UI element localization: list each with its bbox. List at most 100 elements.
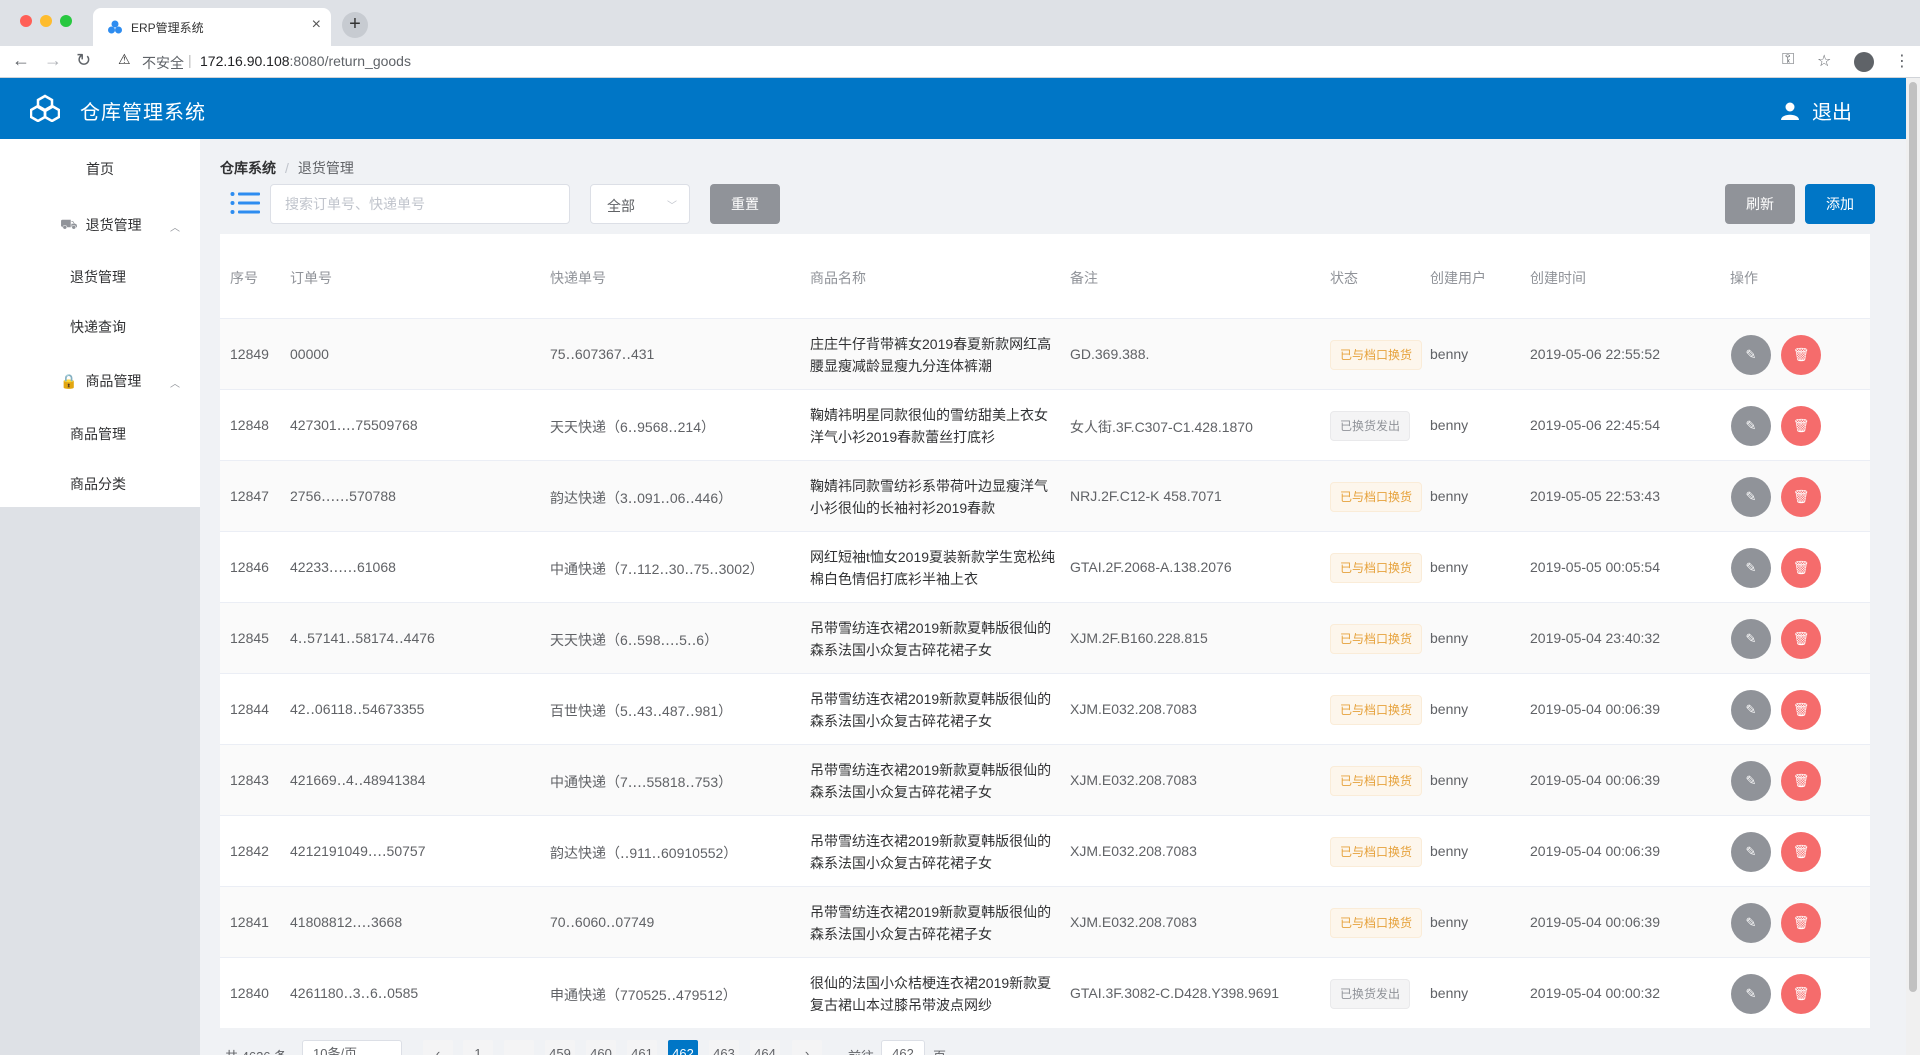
cell-express: 75‥607367‥431 <box>550 346 655 362</box>
warning-icon[interactable]: ⚠ <box>118 51 131 68</box>
cell-time: 2019-05-06 22:45:54 <box>1530 417 1660 433</box>
sidebar-item-returns-mgmt[interactable]: 退货管理 <box>0 267 200 287</box>
cell-name: 吊带雪纺连衣裙2019新款夏韩版很仙的森系法国小众复古碎花裙子女 <box>810 691 1052 729</box>
maximize-window-button[interactable] <box>60 15 72 27</box>
forward-icon[interactable]: → <box>44 50 62 71</box>
col-id: 序号 <box>230 270 258 286</box>
url-field[interactable]: 172.16.90.108:8080/return_goods <box>200 53 411 69</box>
delete-button[interactable]: 🗑 <box>1781 832 1821 872</box>
profile-icon[interactable] <box>1854 52 1874 72</box>
scrollbar-thumb[interactable] <box>1909 82 1917 992</box>
edit-button[interactable]: ✎ <box>1731 832 1771 872</box>
edit-button[interactable]: ✎ <box>1731 619 1771 659</box>
delete-button[interactable]: 🗑 <box>1781 335 1821 375</box>
sidebar-item-goods-mgmt[interactable]: 商品管理 <box>0 424 200 444</box>
address-bar: ← → ↻ ⚠ 不安全 | 172.16.90.108:8080/return_… <box>0 46 1920 78</box>
insecure-label[interactable]: 不安全 <box>142 53 184 73</box>
delete-button[interactable]: 🗑 <box>1781 690 1821 730</box>
cell-remark: XJM.E032.208.7083 <box>1070 772 1197 788</box>
list-icon[interactable] <box>230 191 260 215</box>
chevron-up-icon[interactable]: ︿ <box>170 375 180 390</box>
cell-express: 天天快递（6‥9568‥214） <box>550 419 715 435</box>
reset-button[interactable]: 重置 <box>710 184 780 224</box>
refresh-button[interactable]: 刷新 <box>1725 184 1795 224</box>
delete-button[interactable]: 🗑 <box>1781 761 1821 801</box>
delete-button[interactable]: 🗑 <box>1781 903 1821 943</box>
delete-button[interactable]: 🗑 <box>1781 974 1821 1014</box>
table-row: 12841 41808812‥‥3668 70‥6060‥07749 XJM.E032… <box>220 887 1870 958</box>
cell-name: 吊带雪纺连衣裙2019新款夏韩版很仙的森系法国小众复古碎花裙子女 <box>810 833 1052 871</box>
delete-button[interactable]: 🗑 <box>1781 477 1821 517</box>
status-filter-select[interactable]: 全部 ﹀ <box>590 184 690 224</box>
edit-button[interactable]: ✎ <box>1731 903 1771 943</box>
goto-page-input[interactable]: 462 <box>881 1040 925 1055</box>
cell-id: 12844 <box>230 701 269 717</box>
cell-user: benny <box>1430 346 1469 362</box>
edit-button[interactable]: ✎ <box>1731 548 1771 588</box>
cell-express: 韵达快递（‥911‥60910552） <box>550 845 738 861</box>
add-button[interactable]: 添加 <box>1805 184 1875 224</box>
delete-button[interactable]: 🗑 <box>1781 548 1821 588</box>
sidebar-item-goods-category[interactable]: 商品分类 <box>0 474 200 494</box>
cell-name: 鞠婧祎明星同款很仙的雪纺甜美上衣女洋气小衫2019春款蕾丝打底衫 <box>810 407 1048 445</box>
sidebar-item-home[interactable]: 首页 <box>0 159 200 179</box>
page-size-select[interactable]: 10条/页 <box>302 1040 402 1055</box>
page-button[interactable]: 463 <box>709 1040 739 1055</box>
search-input[interactable] <box>270 184 570 224</box>
cell-user: benny <box>1430 701 1469 717</box>
back-icon[interactable]: ← <box>12 50 30 71</box>
delete-button[interactable]: 🗑 <box>1781 406 1821 446</box>
cell-time: 2019-05-04 23:40:32 <box>1530 630 1660 646</box>
cell-id: 12843 <box>230 772 269 788</box>
delete-button[interactable]: 🗑 <box>1781 619 1821 659</box>
cell-remark: 女人街.3F.C307-C1.428.1870 <box>1070 419 1253 435</box>
menu-dots-icon[interactable]: ⋮ <box>1894 51 1910 71</box>
key-icon[interactable]: ⚿ <box>1782 51 1794 69</box>
table-row: 12844 42‥06118‥54673355 百世快递（5‥43‥487‥981）… <box>220 674 1870 745</box>
page-button[interactable]: … <box>504 1040 534 1055</box>
sidebar-group-returns-label: 退货管理 <box>85 217 142 233</box>
url-host: 172.16.90.108 <box>200 53 290 69</box>
cell-time: 2019-05-05 22:53:43 <box>1530 488 1660 504</box>
next-page-button[interactable]: › <box>792 1040 822 1055</box>
cell-order: 4212191049‥‥50757 <box>290 843 426 859</box>
sidebar-group-goods[interactable]: 🔒 商品管理 <box>60 371 141 391</box>
table-header: 序号 订单号 快递单号 商品名称 备注 状态 创建用户 创建时间 操作 <box>220 234 1870 319</box>
new-tab-button[interactable]: + <box>342 12 368 38</box>
edit-button[interactable]: ✎ <box>1731 690 1771 730</box>
cell-order: 42‥06118‥54673355 <box>290 701 425 717</box>
star-icon[interactable]: ☆ <box>1817 51 1831 71</box>
tab-close-icon[interactable]: × <box>312 16 321 34</box>
breadcrumb-root[interactable]: 仓库系统 <box>220 160 276 176</box>
page-button[interactable]: 460 <box>586 1040 616 1055</box>
close-window-button[interactable] <box>20 15 32 27</box>
table-row: 12847 2756‥‥‥570788 韵达快递（3‥091‥06‥446） NRJ.… <box>220 461 1870 532</box>
prev-page-button[interactable]: ‹ <box>423 1040 453 1055</box>
lock-icon: 🔒 <box>60 372 78 389</box>
chevron-up-icon[interactable]: ︿ <box>170 219 180 234</box>
total-count: 共 4626 条 <box>225 1046 287 1055</box>
cell-user: benny <box>1430 488 1469 504</box>
reload-icon[interactable]: ↻ <box>76 50 91 71</box>
page-button[interactable]: 459 <box>545 1040 575 1055</box>
cell-express: 中通快递（7‥112‥30‥75‥3002） <box>550 561 764 577</box>
status-badge: 已换货发出 <box>1330 979 1411 1009</box>
sidebar-group-returns[interactable]: ⛟ 退货管理 <box>60 215 142 235</box>
edit-button[interactable]: ✎ <box>1731 761 1771 801</box>
sidebar-item-express-query[interactable]: 快递查询 <box>0 317 200 337</box>
cell-id: 12842 <box>230 843 269 859</box>
edit-button[interactable]: ✎ <box>1731 335 1771 375</box>
minimize-window-button[interactable] <box>40 15 52 27</box>
edit-button[interactable]: ✎ <box>1731 974 1771 1014</box>
page-button[interactable]: 464 <box>750 1040 780 1055</box>
page-button[interactable]: 461 <box>627 1040 657 1055</box>
page-button[interactable]: 462 <box>668 1040 698 1055</box>
page-button[interactable]: 1 <box>463 1040 493 1055</box>
browser-tab[interactable]: ERP管理系统 × <box>93 8 331 46</box>
status-badge: 已与档口换货 <box>1330 908 1423 938</box>
logout-button[interactable]: 退出 <box>1780 96 1852 125</box>
edit-button[interactable]: ✎ <box>1731 406 1771 446</box>
edit-button[interactable]: ✎ <box>1731 477 1771 517</box>
cell-name: 网红短袖t恤女2019夏装新款学生宽松纯棉白色情侣打底衫半袖上衣 <box>810 549 1056 587</box>
page-scrollbar[interactable] <box>1906 78 1920 1055</box>
